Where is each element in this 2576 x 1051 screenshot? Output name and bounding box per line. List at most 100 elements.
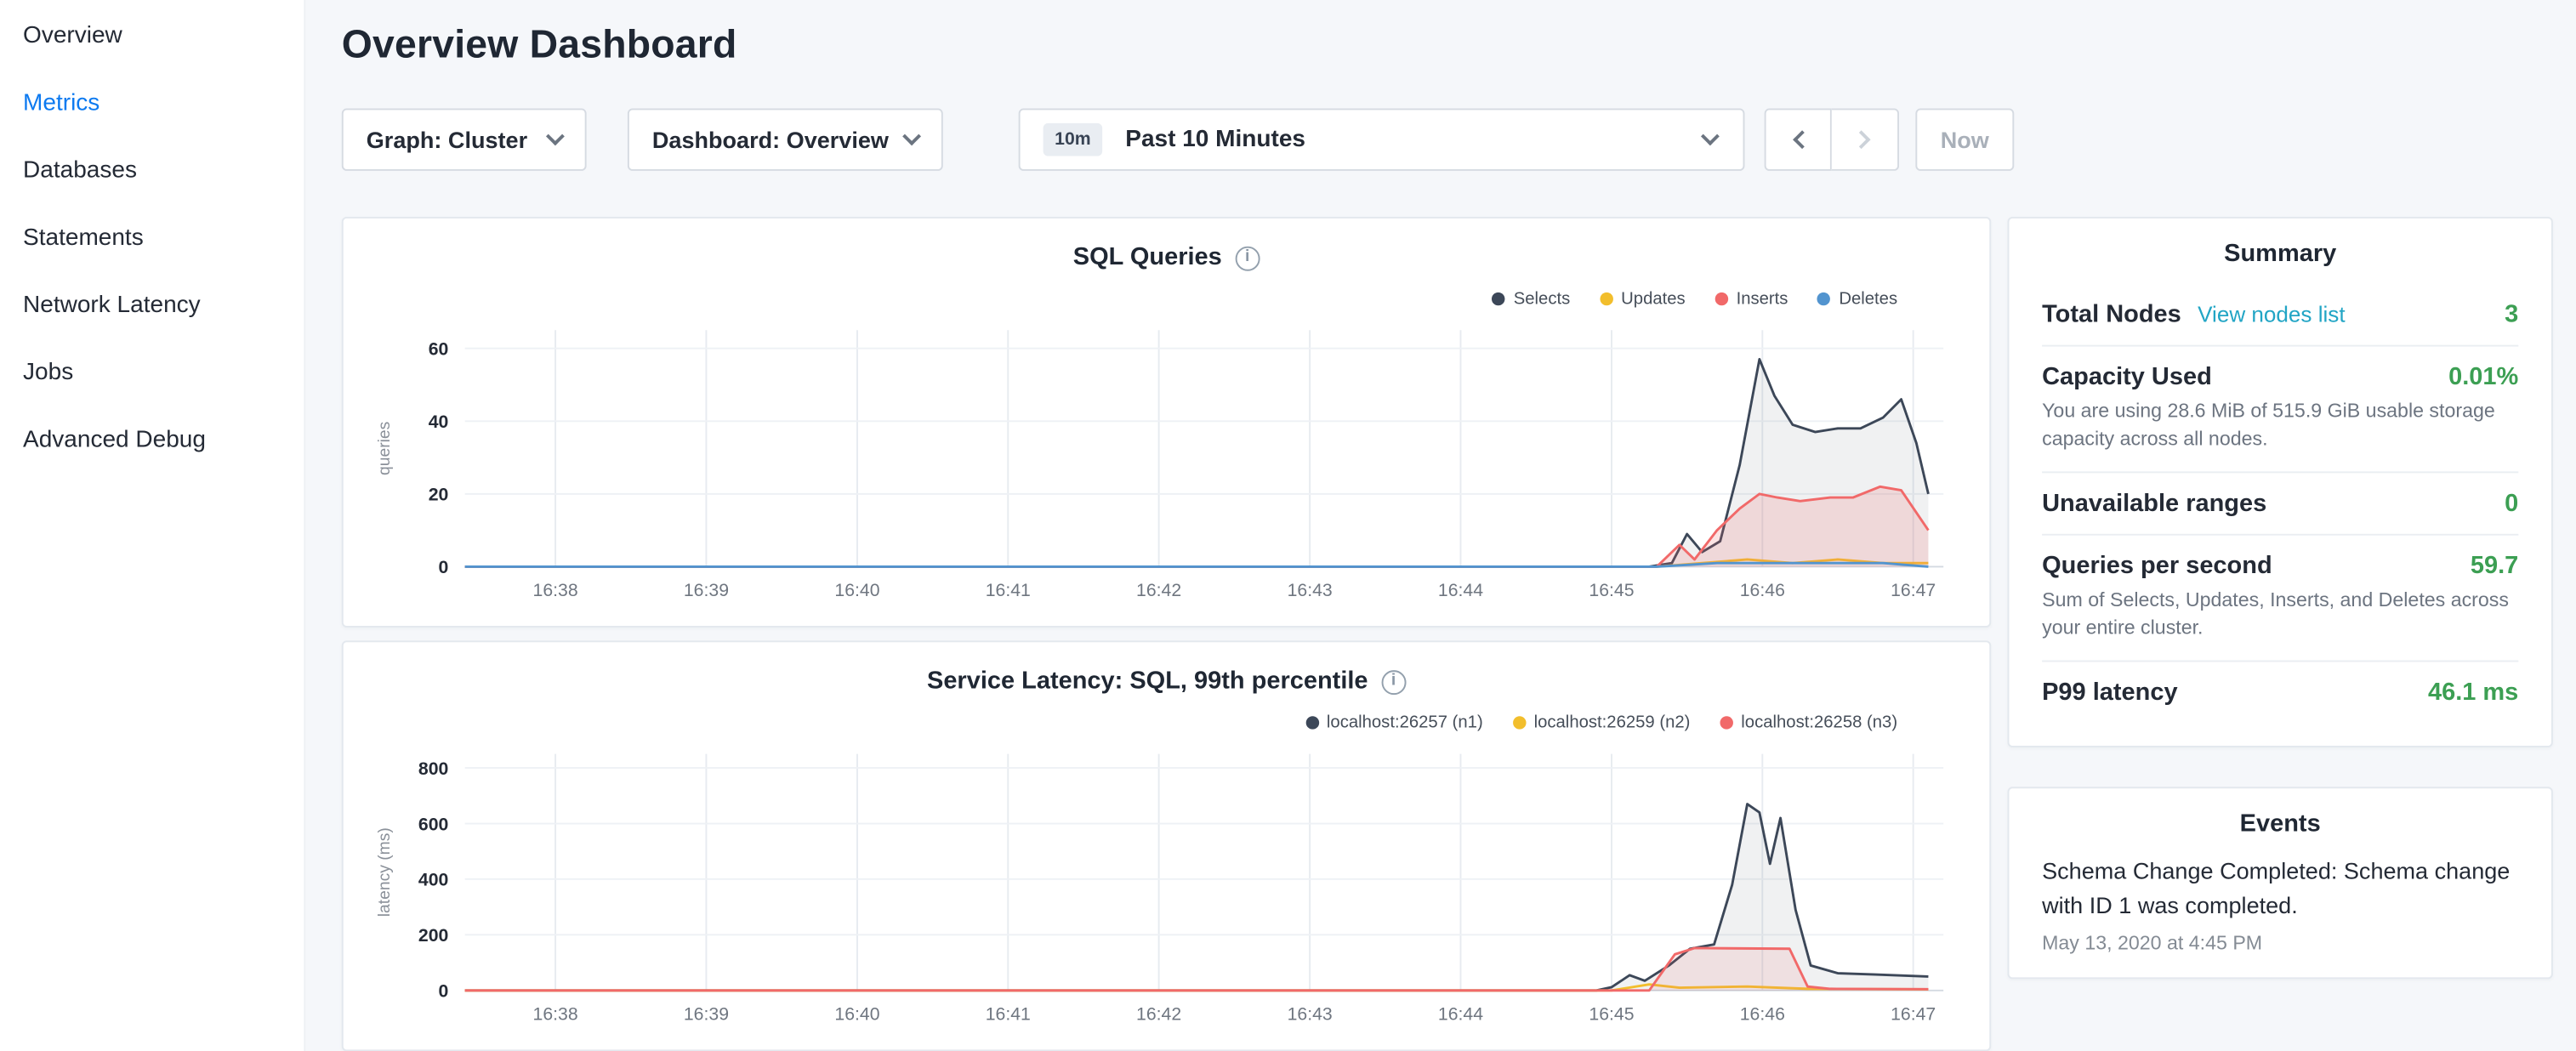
toolbar: Graph: Cluster Dashboard: Overview 10m P… — [342, 108, 2553, 170]
summary-title: Summary — [2042, 238, 2518, 271]
unavailable-ranges-value: 0 — [2505, 489, 2518, 517]
events-panel: Events Schema Change Completed: Schema c… — [2008, 786, 2553, 979]
summary-row-p99-latency: P99 latency 46.1 ms — [2042, 662, 2518, 722]
service-latency-legend: localhost:26257 (n1) localhost:26259 (n2)… — [370, 711, 1964, 734]
summary-row-total-nodes: Total Nodes View nodes list 3 — [2042, 284, 2518, 346]
dashboard-dropdown[interactable]: Dashboard: Overview — [628, 108, 943, 170]
time-range-dropdown[interactable]: 10m Past 10 Minutes — [1019, 108, 1745, 170]
sidebar-item-overview[interactable]: Overview — [0, 3, 304, 71]
svg-text:600: 600 — [418, 814, 448, 834]
dashboard-label: Dashboard: Overview — [652, 127, 889, 153]
svg-text:0: 0 — [439, 981, 449, 1002]
svg-text:16:44: 16:44 — [1438, 580, 1483, 600]
svg-text:16:44: 16:44 — [1438, 1004, 1483, 1025]
time-nav-group — [1765, 108, 1899, 170]
time-prev-button[interactable] — [1765, 108, 1832, 170]
sidebar-item-metrics[interactable]: Metrics — [0, 71, 304, 138]
chevron-right-icon — [1852, 130, 1871, 149]
qps-value: 59.7 — [2471, 552, 2518, 580]
total-nodes-value: 3 — [2505, 301, 2518, 329]
summary-row-unavailable-ranges: Unavailable ranges 0 — [2042, 473, 2518, 535]
graph-scope-dropdown[interactable]: Graph: Cluster — [342, 108, 587, 170]
svg-text:16:43: 16:43 — [1288, 580, 1333, 600]
summary-label: Total Nodes — [2042, 301, 2181, 329]
graph-scope-label: Graph: Cluster — [367, 127, 527, 153]
svg-text:16:39: 16:39 — [684, 1004, 729, 1025]
legend-item[interactable]: Inserts — [1714, 287, 1788, 310]
charts-column: SQL Queries i Selects Updates Inserts Delet… — [342, 217, 1991, 1051]
capacity-used-value: 0.01% — [2448, 363, 2518, 391]
svg-text:16:47: 16:47 — [1891, 580, 1936, 600]
svg-text:16:47: 16:47 — [1891, 1004, 1936, 1025]
sidebar-nav: Overview Metrics Databases Statements Ne… — [0, 3, 304, 474]
legend-item[interactable]: localhost:26259 (n2) — [1512, 711, 1690, 734]
capacity-used-description: You are using 28.6 MiB of 515.9 GiB usab… — [2042, 397, 2518, 454]
qps-description: Sum of Selects, Updates, Inserts, and De… — [2042, 586, 2518, 643]
svg-text:16:38: 16:38 — [533, 1004, 578, 1025]
legend-dot-icon — [1817, 293, 1830, 305]
svg-text:16:40: 16:40 — [834, 1004, 879, 1025]
main-content: Overview Dashboard Graph: Cluster Dashbo… — [305, 0, 2576, 1051]
service-latency-title: Service Latency: SQL, 99th percentile — [927, 665, 1368, 698]
legend-dot-icon — [1512, 716, 1525, 729]
legend-item[interactable]: localhost:26257 (n1) — [1305, 711, 1483, 734]
svg-text:40: 40 — [429, 412, 449, 432]
sql-queries-chart[interactable]: 16:3816:3916:4016:4116:4216:4316:4416:45… — [370, 317, 1967, 610]
svg-text:16:42: 16:42 — [1136, 580, 1181, 600]
svg-text:800: 800 — [418, 758, 448, 779]
sidebar-item-jobs[interactable]: Jobs — [0, 340, 304, 407]
svg-text:latency (ms): latency (ms) — [376, 827, 394, 917]
svg-text:16:46: 16:46 — [1740, 1004, 1785, 1025]
legend-item[interactable]: Selects — [1493, 287, 1571, 310]
sidebar-item-advanced-debug[interactable]: Advanced Debug — [0, 407, 304, 474]
sidebar: Overview Metrics Databases Statements Ne… — [0, 0, 305, 1051]
chart-title: SQL Queries i — [370, 241, 1964, 275]
legend-item[interactable]: Deletes — [1817, 287, 1897, 310]
svg-text:400: 400 — [418, 870, 448, 890]
summary-label: Unavailable ranges — [2042, 489, 2266, 517]
legend-dot-icon — [1720, 716, 1732, 729]
legend-dot-icon — [1714, 293, 1727, 305]
sql-queries-title: SQL Queries — [1073, 241, 1222, 275]
chevron-down-icon — [1701, 127, 1720, 145]
time-next-button[interactable] — [1832, 108, 1899, 170]
svg-text:60: 60 — [429, 338, 449, 359]
svg-text:16:46: 16:46 — [1740, 580, 1785, 600]
now-button[interactable]: Now — [1915, 108, 2014, 170]
svg-text:16:43: 16:43 — [1288, 1004, 1333, 1025]
legend-dot-icon — [1493, 293, 1505, 305]
service-latency-chart[interactable]: 16:3816:3916:4016:4116:4216:4316:4416:45… — [370, 741, 1967, 1033]
summary-label: P99 latency — [2042, 678, 2177, 706]
events-title: Events — [2042, 808, 2518, 841]
app-root: Overview Metrics Databases Statements Ne… — [0, 0, 2576, 1051]
p99-latency-value: 46.1 ms — [2428, 678, 2518, 706]
svg-text:16:45: 16:45 — [1589, 1004, 1634, 1025]
summary-label: Capacity Used — [2042, 363, 2212, 391]
svg-text:16:40: 16:40 — [834, 580, 879, 600]
view-nodes-link[interactable]: View nodes list — [2198, 302, 2345, 327]
dashboard-content: SQL Queries i Selects Updates Inserts Delet… — [342, 217, 2553, 1051]
event-item: Schema Change Completed: Schema change w… — [2042, 854, 2518, 955]
summary-panel: Summary Total Nodes View nodes list 3 Ca… — [2008, 217, 2553, 747]
event-timestamp: May 13, 2020 at 4:45 PM — [2042, 931, 2518, 954]
svg-text:16:38: 16:38 — [533, 580, 578, 600]
chevron-down-icon — [902, 127, 921, 145]
svg-text:0: 0 — [439, 557, 449, 577]
sql-queries-panel: SQL Queries i Selects Updates Inserts Delet… — [342, 217, 1991, 628]
info-icon[interactable]: i — [1235, 246, 1260, 270]
legend-item[interactable]: Updates — [1600, 287, 1686, 310]
svg-text:16:45: 16:45 — [1589, 580, 1634, 600]
legend-item[interactable]: localhost:26258 (n3) — [1720, 711, 1897, 734]
info-icon[interactable]: i — [1381, 669, 1406, 694]
sidebar-item-statements[interactable]: Statements — [0, 205, 304, 272]
time-range-label: Past 10 Minutes — [1125, 127, 1305, 153]
sql-queries-legend: Selects Updates Inserts Deletes — [370, 287, 1964, 310]
sidebar-item-databases[interactable]: Databases — [0, 138, 304, 205]
sidebar-item-network-latency[interactable]: Network Latency — [0, 273, 304, 340]
svg-text:16:41: 16:41 — [986, 580, 1031, 600]
chevron-down-icon — [546, 127, 565, 145]
chevron-left-icon — [1792, 130, 1811, 149]
summary-row-queries-per-second: Queries per second 59.7 Sum of Selects, … — [2042, 535, 2518, 661]
side-column: Summary Total Nodes View nodes list 3 Ca… — [2008, 217, 2553, 979]
event-text: Schema Change Completed: Schema change w… — [2042, 854, 2518, 925]
